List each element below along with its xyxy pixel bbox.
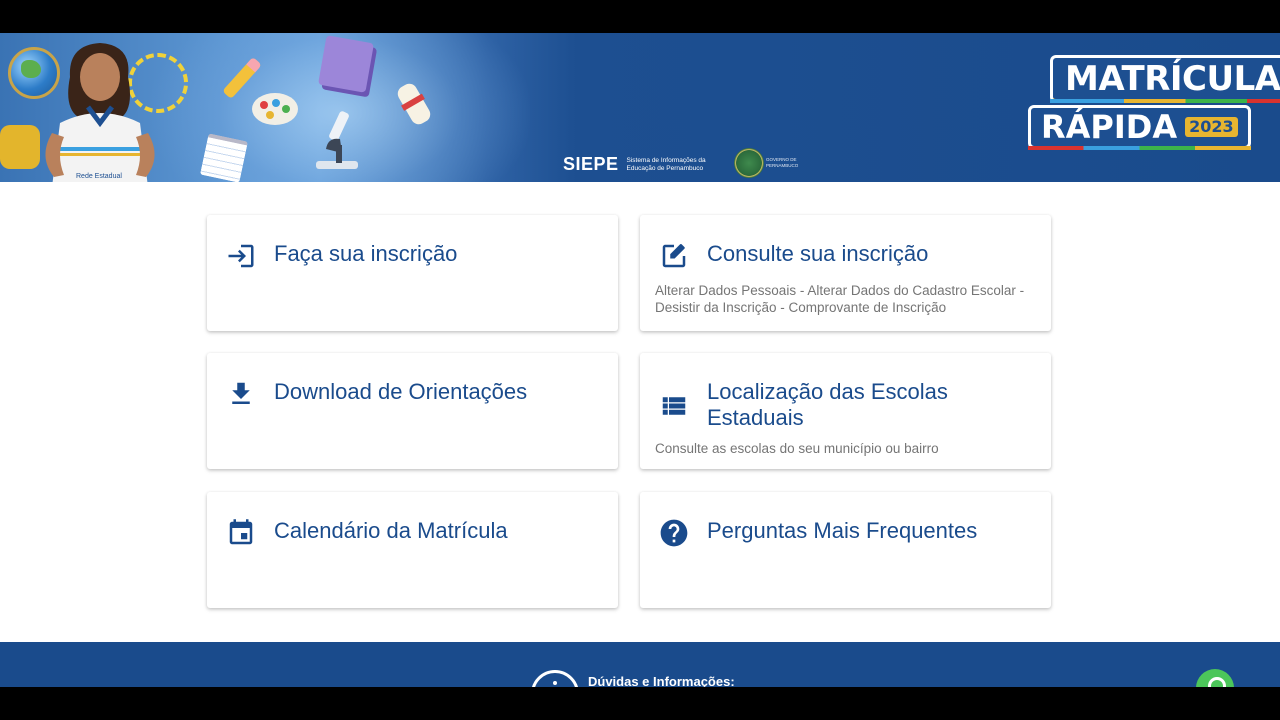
header-banner: Rede Estadual SIEPE Sistema de Informaçõ… bbox=[0, 33, 1280, 182]
promo-title-line1: MATRÍCULA bbox=[1050, 55, 1280, 103]
government-text: GOVERNO DE PERNAMBUCO bbox=[766, 157, 799, 168]
promo-title-line2-text: RÁPIDA bbox=[1041, 108, 1178, 146]
book-illustration bbox=[318, 35, 374, 93]
calendar-icon bbox=[225, 516, 257, 550]
login-icon bbox=[225, 239, 257, 273]
student-illustration: Rede Estadual bbox=[45, 43, 155, 182]
card-title: Perguntas Mais Frequentes bbox=[707, 518, 978, 543]
card-title: Download de Orientações bbox=[274, 379, 528, 404]
card-title: Calendário da Matrícula bbox=[274, 518, 508, 543]
card-subtitle: Alterar Dados Pessoais - Alterar Dados d… bbox=[655, 283, 1025, 315]
notepad-illustration bbox=[200, 133, 248, 182]
palette-illustration bbox=[252, 93, 298, 125]
card-title: Localização das Escolas Estaduais bbox=[707, 379, 948, 430]
promo-year-badge: 2023 bbox=[1185, 117, 1238, 137]
card-localizacao-escolas[interactable]: Localização das Escolas Estaduais Consul… bbox=[640, 353, 1051, 469]
government-seal-icon bbox=[734, 148, 764, 178]
card-subtitle: Consulte as escolas do seu município ou … bbox=[655, 441, 939, 456]
card-title: Faça sua inscrição bbox=[274, 241, 458, 266]
card-download-orientacoes[interactable]: Download de Orientações bbox=[207, 353, 618, 469]
card-calendario-matricula[interactable]: Calendário da Matrícula bbox=[207, 492, 618, 608]
whatsapp-icon[interactable] bbox=[1196, 669, 1234, 687]
edit-icon bbox=[658, 239, 690, 273]
microscope-illustration bbox=[316, 111, 358, 169]
card-faca-inscricao[interactable]: Faça sua inscrição bbox=[207, 215, 618, 331]
help-icon bbox=[658, 516, 690, 550]
main-content: Faça sua inscrição Consulte sua inscriçã… bbox=[0, 182, 1280, 642]
card-consulte-inscricao[interactable]: Consulte sua inscrição Alterar Dados Pes… bbox=[640, 215, 1051, 331]
footer-info-title: Dúvidas e Informações: bbox=[588, 674, 735, 687]
letterbox-top bbox=[0, 0, 1280, 33]
download-icon bbox=[225, 377, 257, 411]
promo-title-line2: RÁPIDA 2023 bbox=[1028, 105, 1251, 150]
siepe-logo: SIEPE Sistema de Informações da Educação… bbox=[563, 154, 717, 175]
footer: Dúvidas e Informações: bbox=[0, 642, 1280, 687]
siepe-logo-text: SIEPE bbox=[563, 154, 619, 174]
card-title: Consulte sua inscrição bbox=[707, 241, 929, 266]
shirt-text: Rede Estadual bbox=[76, 173, 122, 180]
card-perguntas-frequentes[interactable]: Perguntas Mais Frequentes bbox=[640, 492, 1051, 608]
siepe-description: Sistema de Informações da Educação de Pe… bbox=[626, 156, 706, 172]
letterbox-bottom bbox=[0, 687, 1280, 720]
list-icon bbox=[658, 389, 690, 423]
info-icon bbox=[531, 670, 579, 687]
